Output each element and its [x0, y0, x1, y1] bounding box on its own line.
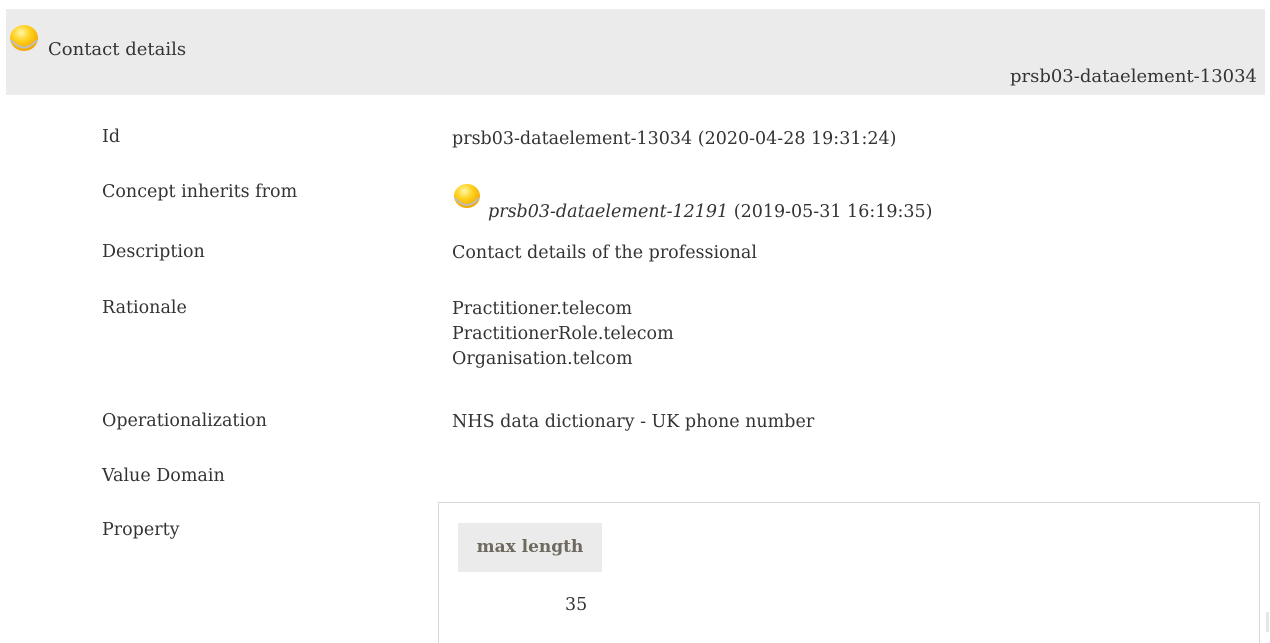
property-table: max length 35: [438, 502, 1260, 643]
label-operationalization: Operationalization: [102, 411, 267, 431]
label-inherits: Concept inherits from: [102, 182, 298, 202]
label-value-domain: Value Domain: [102, 466, 225, 486]
status-dot-icon: [454, 184, 480, 208]
label-property: Property: [102, 520, 180, 540]
label-id: Id: [102, 127, 121, 147]
property-value-max-length: 35: [565, 595, 588, 615]
rationale-line: Practitioner.telecom: [452, 299, 633, 319]
value-inherits: prsb03-dataelement-12191 (2019-05-31 16:…: [452, 184, 933, 225]
value-operationalization: NHS data dictionary - UK phone number: [452, 412, 815, 432]
rationale-line: PractitionerRole.telecom: [452, 324, 674, 344]
value-rationale: Practitioner.telecom PractitionerRole.te…: [452, 297, 674, 372]
concept-id: prsb03-dataelement-13034: [1009, 66, 1257, 87]
rationale-line: Organisation.telcom: [452, 349, 633, 369]
value-id: prsb03-dataelement-13034 (2020-04-28 19:…: [452, 129, 897, 149]
label-description: Description: [102, 242, 205, 262]
value-description: Contact details of the professional: [452, 243, 757, 263]
property-header-max-length: max length: [458, 523, 602, 572]
inherits-date: (2019-05-31 16:19:35): [733, 202, 933, 222]
label-rationale: Rationale: [102, 298, 187, 318]
concept-header: Contact details prsb03-dataelement-13034: [6, 9, 1265, 95]
status-dot-icon: [10, 25, 38, 51]
concept-title: Contact details: [48, 39, 187, 60]
inherits-link[interactable]: prsb03-dataelement-12191: [488, 202, 728, 222]
scrollbar-tick: [1266, 612, 1269, 632]
